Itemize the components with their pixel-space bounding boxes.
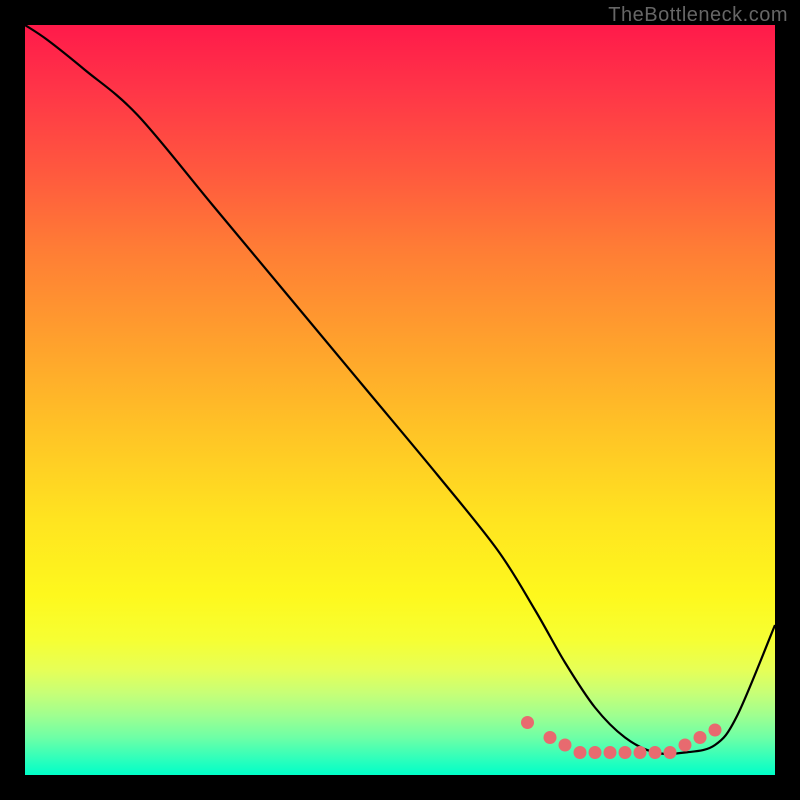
optimal-dot: [559, 739, 572, 752]
optimal-dot: [694, 731, 707, 744]
optimal-dot: [619, 746, 632, 759]
optimal-dot: [521, 716, 534, 729]
optimal-dot: [544, 731, 557, 744]
optimal-dot: [709, 724, 722, 737]
optimal-dot: [664, 746, 677, 759]
chart-frame: TheBottleneck.com: [0, 0, 800, 800]
optimal-range-dots: [25, 25, 775, 775]
dots-group: [521, 716, 722, 759]
optimal-dot: [679, 739, 692, 752]
optimal-dot: [604, 746, 617, 759]
optimal-dot: [589, 746, 602, 759]
optimal-dot: [574, 746, 587, 759]
plot-area: [25, 25, 775, 775]
optimal-dot: [649, 746, 662, 759]
optimal-dot: [634, 746, 647, 759]
watermark-text: TheBottleneck.com: [608, 4, 788, 27]
